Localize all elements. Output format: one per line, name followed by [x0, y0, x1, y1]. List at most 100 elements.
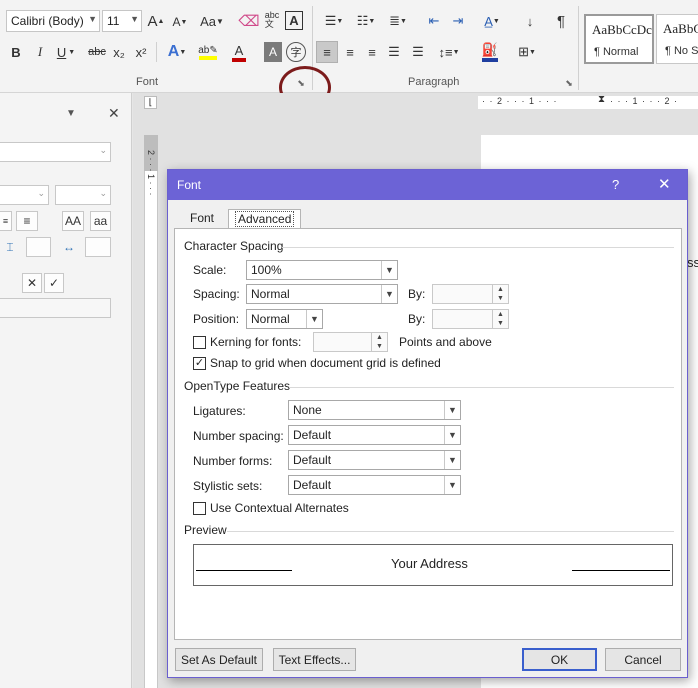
highlight-color-button[interactable]: ab✎ — [194, 40, 222, 64]
ligatures-dropdown[interactable]: None ▼ — [288, 400, 461, 420]
pane-combo-3[interactable]: ⌄ — [55, 185, 111, 205]
pane-align-button-2[interactable]: ≡ — [16, 211, 38, 231]
pane-combo-1[interactable]: ⌄ — [0, 142, 111, 162]
show-marks-button[interactable]: ¶ — [552, 11, 570, 31]
position-dropdown[interactable]: Normal ▼ — [246, 309, 323, 329]
paragraph-dialog-launcher[interactable]: ⬊ — [564, 78, 574, 88]
pane-align-button-1[interactable]: ≡ — [0, 211, 12, 231]
pane-ok-button[interactable]: ✓ — [44, 273, 64, 293]
stylistic-sets-dropdown[interactable]: Default ▼ — [288, 475, 461, 495]
asian-layout-button[interactable]: A̲ ▼ — [478, 11, 506, 31]
phonetic-guide-icon: abc 文 — [264, 10, 280, 29]
spinner-arrows-icon[interactable]: ▲ ▼ — [492, 285, 508, 303]
number-forms-value: Default — [293, 453, 332, 467]
ligatures-value: None — [293, 403, 322, 417]
pane-spacing-field[interactable] — [26, 237, 51, 257]
pane-width-icon-button[interactable]: ↔ — [58, 237, 80, 257]
italic-button[interactable]: I — [32, 42, 48, 62]
position-value: Normal — [251, 312, 290, 326]
superscript-icon: x² — [135, 44, 147, 60]
chevron-down-icon: ▼ — [130, 14, 139, 24]
font-color-button[interactable]: A — [228, 40, 250, 64]
preview-rule-left — [196, 570, 292, 571]
indent-marker-icon[interactable]: ⧗ — [598, 94, 605, 105]
style-no-spacing[interactable]: AaBbC ¶ No Sp — [656, 14, 698, 64]
chevron-down-icon: ▼ — [444, 451, 460, 469]
number-forms-dropdown[interactable]: Default ▼ — [288, 450, 461, 470]
position-by-spinner[interactable]: ▲ ▼ — [432, 309, 509, 329]
shrink-font-button[interactable]: A ▼ — [172, 12, 188, 32]
number-spacing-dropdown[interactable]: Default ▼ — [288, 425, 461, 445]
chevron-down-icon: ▼ — [88, 14, 97, 24]
set-as-default-button[interactable]: Set As Default — [175, 648, 263, 671]
change-case-button[interactable]: Aa ▼ — [198, 11, 226, 31]
font-color-icon: A — [234, 42, 244, 58]
tab-selector[interactable]: ⌊ — [144, 96, 157, 109]
increase-indent-button[interactable]: ⇥ — [448, 11, 468, 31]
enclose-characters-button[interactable]: 字 — [286, 42, 306, 62]
vertical-ruler[interactable] — [144, 135, 158, 688]
tab-font[interactable]: Font — [184, 209, 220, 229]
kerning-checkbox[interactable] — [193, 336, 206, 349]
tab-advanced[interactable]: Advanced — [228, 209, 302, 229]
pane-lowercase-button[interactable]: aa — [90, 211, 111, 231]
character-border-button[interactable]: A — [285, 11, 303, 30]
align-right-button[interactable]: ≡ — [362, 42, 382, 62]
ok-button[interactable]: OK — [522, 648, 597, 671]
pane-cancel-button[interactable]: ✕ — [22, 273, 42, 293]
align-left-button[interactable]: ≡ — [316, 41, 338, 63]
contextual-alternates-checkbox[interactable] — [193, 502, 206, 515]
preview-box: Your Address — [193, 544, 673, 586]
numbering-button[interactable]: ☷ ▼ — [352, 11, 380, 31]
bullets-button[interactable]: ☰ ▼ — [320, 11, 348, 31]
strikethrough-button[interactable]: abc — [86, 42, 108, 62]
ribbon-divider — [156, 42, 157, 62]
decrease-indent-button[interactable]: ⇤ — [424, 11, 444, 31]
borders-button[interactable]: ⊞ ▼ — [512, 42, 542, 62]
bold-button[interactable]: B — [8, 42, 24, 62]
text-effects-button[interactable]: Text Effects... — [273, 648, 356, 671]
character-shading-button[interactable]: A — [264, 42, 282, 62]
superscript-button[interactable]: x² — [132, 42, 150, 62]
dialog-titlebar[interactable]: Font ? ✕ — [168, 170, 687, 200]
spinner-arrows-icon[interactable]: ▲ ▼ — [492, 310, 508, 328]
underline-button[interactable]: U ▼ — [54, 42, 78, 62]
text-effects-button[interactable]: A ▼ — [164, 41, 190, 63]
line-spacing-button[interactable]: ↕≡ ▼ — [436, 42, 462, 62]
close-button[interactable]: ✕ — [658, 175, 671, 193]
subscript-button[interactable]: x₂ — [110, 42, 128, 62]
clear-formatting-button[interactable]: ⌫ — [238, 11, 259, 31]
sort-button[interactable]: ↓ — [520, 11, 540, 31]
cancel-button[interactable]: Cancel — [605, 648, 681, 671]
distributed-button[interactable]: ☰ — [408, 42, 428, 62]
spacing-by-spinner[interactable]: ▲ ▼ — [432, 284, 509, 304]
horizontal-ruler[interactable]: · · 2 · · · 1 · · · ⧗ · · · 1 · · · 2 · — [478, 94, 698, 109]
font-size-combo[interactable]: 11 ▼ — [102, 10, 142, 32]
cancel-icon: ✕ — [26, 276, 38, 290]
font-name-combo[interactable]: Calibri (Body) ▼ — [6, 10, 100, 32]
decrease-indent-icon: ⇤ — [428, 13, 440, 28]
help-button[interactable]: ? — [612, 177, 619, 192]
phonetic-guide-button[interactable]: abc 文 — [262, 9, 282, 31]
shading-button[interactable]: ⛽ — [476, 40, 504, 64]
align-center-button[interactable]: ≡ — [340, 42, 360, 62]
italic-icon: I — [37, 44, 43, 59]
pane-options-icon[interactable]: ▼ — [66, 108, 76, 119]
kerning-spinner[interactable]: ▲ ▼ — [313, 332, 388, 352]
snap-to-grid-checkbox[interactable]: ✓ — [193, 357, 206, 370]
spinner-arrows-icon[interactable]: ▲ ▼ — [371, 333, 387, 351]
pane-field-bottom[interactable] — [0, 298, 111, 318]
highlighter-icon: ab✎ — [198, 44, 218, 56]
scale-dropdown[interactable]: 100% ▼ — [246, 260, 398, 280]
justify-button[interactable]: ☰ — [384, 42, 404, 62]
grow-font-button[interactable]: A ▲ — [148, 11, 165, 31]
spacing-dropdown[interactable]: Normal ▼ — [246, 284, 398, 304]
pane-width-field[interactable] — [85, 237, 111, 257]
pane-uppercase-button[interactable]: AA — [62, 211, 84, 231]
multilevel-list-button[interactable]: ≣ ▼ — [384, 11, 412, 31]
style-normal[interactable]: AaBbCcDc ¶ Normal — [584, 14, 654, 64]
font-dialog: Font ? ✕ Font Advanced Character Spacing… — [167, 169, 688, 678]
pane-spacing-icon-button[interactable]: ⌶ — [0, 237, 20, 257]
pane-combo-2[interactable]: ⌄ — [0, 185, 49, 205]
pane-close-icon[interactable]: ✕ — [108, 105, 120, 122]
